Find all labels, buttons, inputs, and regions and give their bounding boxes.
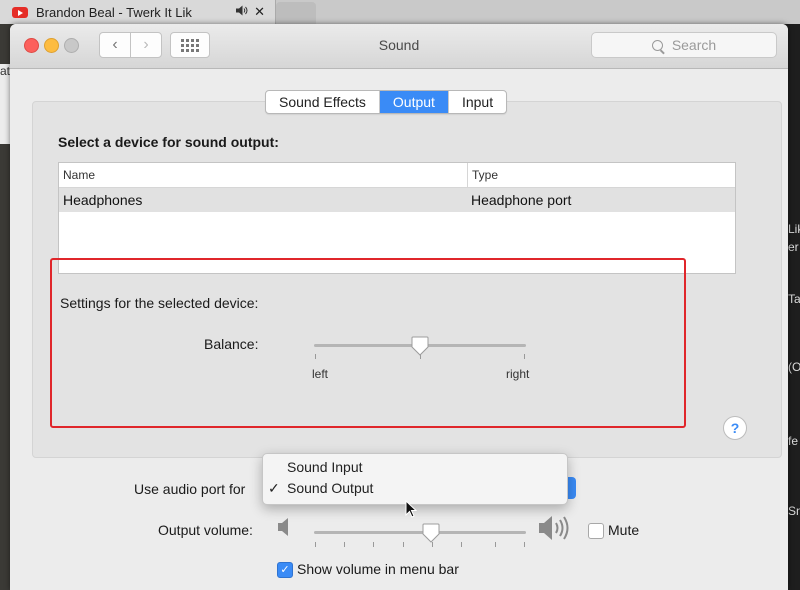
balance-slider-knob[interactable] [411, 336, 429, 356]
background-text-fragment: Ta [788, 292, 800, 306]
tab-output[interactable]: Output [379, 91, 449, 113]
mute-label: Mute [608, 522, 640, 538]
show-volume-label: Show volume in menu bar [297, 561, 459, 577]
speaker-low-icon [277, 517, 291, 542]
background-text-fragment: Sn [788, 504, 800, 518]
balance-left-label: left [312, 367, 329, 381]
browser-tab[interactable]: Brandon Beal - Twerk It Lik ✕ [0, 0, 276, 24]
slider-tick [315, 542, 316, 547]
mute-checkbox[interactable] [588, 523, 604, 539]
slider-tick [344, 542, 345, 547]
slider-tick [461, 542, 462, 547]
mouse-cursor-icon [405, 499, 418, 523]
checkmark-icon: ✓ [280, 564, 290, 576]
speaker-icon[interactable] [236, 5, 248, 19]
slider-tick [315, 354, 316, 359]
menu-item-sound-input[interactable]: Sound Input [263, 456, 567, 478]
menu-item-label: Sound Input [287, 459, 363, 475]
youtube-icon [12, 6, 28, 18]
menu-item-label: Sound Output [287, 480, 374, 496]
slider-tick [495, 542, 496, 547]
title-bar: ‹ › Sound Search [10, 24, 788, 69]
background-video-right: Lik er Ta (O fe Sn [786, 24, 800, 590]
table-row[interactable]: Headphones Headphone port [59, 188, 735, 212]
slider-tick [403, 542, 404, 547]
menu-item-sound-output[interactable]: ✓ Sound Output [263, 477, 567, 499]
background-text-fragment: Lik [788, 222, 800, 236]
balance-label: Balance: [204, 336, 259, 352]
search-field[interactable]: Search [591, 32, 777, 58]
column-header-type[interactable]: Type [468, 163, 498, 187]
new-tab-button[interactable] [276, 2, 316, 24]
background-text-fragment: fe [788, 434, 799, 448]
show-volume-checkbox[interactable]: ✓ [277, 562, 293, 578]
balance-right-label: right [506, 367, 530, 381]
background-text-fragment: (O [788, 360, 800, 374]
audio-port-label: Use audio port for [134, 481, 246, 497]
device-table[interactable]: Name Type Headphones Headphone port [58, 162, 736, 274]
table-header: Name Type [59, 163, 735, 188]
device-section-heading: Select a device for sound output: [58, 134, 279, 150]
sound-preferences-window: ‹ › Sound Search Sound Effects Output In… [10, 24, 788, 590]
output-volume-slider-knob[interactable] [422, 523, 440, 543]
output-volume-label: Output volume: [158, 522, 253, 538]
slider-tick [373, 542, 374, 547]
help-button[interactable]: ? [723, 416, 747, 440]
device-name: Headphones [63, 192, 143, 208]
device-settings-heading: Settings for the selected device: [60, 295, 259, 311]
background-text-fragment: er [788, 240, 799, 254]
close-tab-icon[interactable]: ✕ [254, 4, 265, 20]
browser-tab-title: Brandon Beal - Twerk It Lik [36, 4, 192, 20]
output-volume-slider[interactable] [314, 531, 526, 534]
speaker-high-icon [538, 514, 578, 547]
tab-bar: Sound Effects Output Input [265, 90, 508, 114]
search-placeholder: Search [671, 37, 717, 53]
search-icon [651, 39, 663, 51]
checkmark-icon: ✓ [268, 480, 280, 496]
column-header-name[interactable]: Name [59, 163, 468, 187]
output-panel [32, 101, 782, 458]
audio-port-dropdown-menu: Sound Input ✓ Sound Output [262, 453, 568, 505]
device-type: Headphone port [471, 192, 572, 208]
tab-sound-effects[interactable]: Sound Effects [266, 91, 380, 113]
slider-tick [524, 354, 525, 359]
tab-input[interactable]: Input [449, 91, 506, 113]
slider-tick [524, 542, 525, 547]
